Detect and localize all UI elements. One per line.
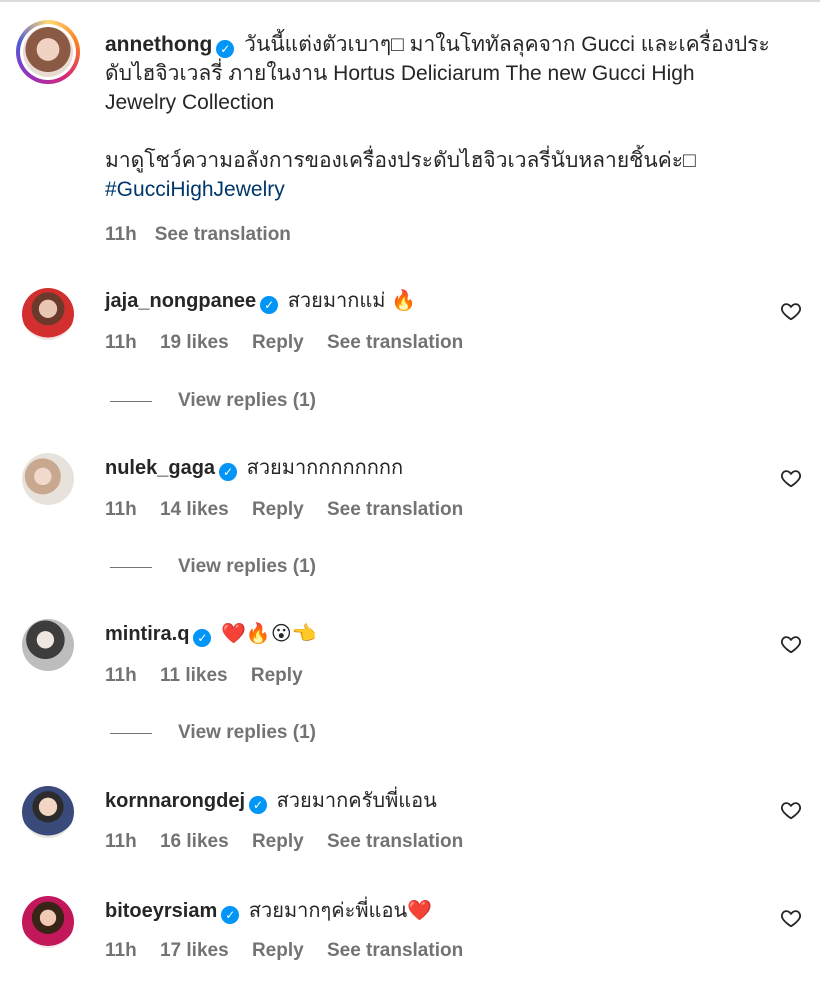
caption-avatar-inner (20, 24, 76, 80)
view-replies-button[interactable]: View replies (1) (110, 390, 316, 412)
comment-time[interactable]: 11h (105, 499, 137, 520)
view-replies-label: View replies (1) (178, 556, 316, 577)
comment-time[interactable]: 11h (105, 940, 137, 961)
caption-avatar-story-ring[interactable] (16, 20, 80, 84)
comment-item: nulek_gaga ✓ สวยมากกกกกกกก 11h 14 likes R… (0, 451, 820, 601)
comment-text: สวยมากกกกกกกก (246, 457, 404, 479)
heart-outline-icon[interactable] (780, 907, 802, 929)
heart-emoji: ❤️ (407, 900, 433, 922)
comment-likes[interactable]: 19 likes (160, 332, 229, 353)
heart-outline-icon[interactable] (780, 799, 802, 821)
comment-text: สวยมากๆค่ะพี่แอน (248, 900, 408, 922)
caption-line-1: วันนี้แต่งตัวเบาๆ□ มาในโททัลลุคจาก Gucci… (244, 33, 770, 56)
caption-line-4: มาดูโชว์ความอลังการของเครื่องประดับไฮจิว… (105, 149, 696, 172)
view-replies-label: View replies (1) (178, 722, 316, 743)
caption-hashtag-link[interactable]: #GucciHighJewelry (105, 178, 285, 201)
comment-username[interactable]: jaja_nongpanee (105, 290, 256, 312)
comment-text-line: nulek_gaga ✓ สวยมากกกกกกกก (105, 455, 403, 481)
heart-outline-icon[interactable] (780, 633, 802, 655)
replies-divider (110, 400, 152, 402)
comment-avatar[interactable] (22, 786, 74, 838)
replies-divider (110, 566, 152, 568)
view-replies-button[interactable]: View replies (1) (110, 722, 316, 744)
comment-avatar[interactable] (22, 896, 74, 948)
comment-text: สวยมากครับพี่แอน (276, 790, 437, 812)
caption-see-translation[interactable]: See translation (155, 224, 291, 246)
verified-badge-icon: ✓ (249, 796, 268, 814)
comment-meta: 11h 16 likes Reply See translation (105, 831, 481, 853)
comment-time[interactable]: 11h (105, 831, 137, 852)
replies-divider (110, 732, 152, 734)
heart-outline-icon[interactable] (780, 300, 802, 322)
comment-text-line: mintira.q ✓ ❤️🔥😮👈 (105, 621, 317, 647)
comment-meta: 11h 19 likes Reply See translation (105, 332, 481, 354)
comment-time[interactable]: 11h (105, 665, 137, 686)
comment-item: jaja_nongpanee ✓ สวยมากแม่ 🔥 11h 19 likes… (0, 284, 820, 434)
comment-reply-button[interactable]: Reply (252, 332, 304, 353)
caption-meta: 11h See translation (105, 224, 309, 246)
comment-item: bitoeyrsiam ✓ สวยมากๆค่ะพี่แอน❤️ 11h 17 l… (0, 894, 820, 989)
comment-avatar[interactable] (22, 288, 74, 340)
heart-outline-icon[interactable] (780, 467, 802, 489)
caption-avatar (23, 27, 73, 77)
fire-emoji: 🔥 (391, 290, 416, 312)
post-caption: annethong ✓ วันนี้แต่งตัวเบาๆ□ มาในโททัลล… (0, 0, 820, 260)
view-replies-label: View replies (1) (178, 390, 316, 411)
caption-text: annethong ✓ วันนี้แต่งตัวเบาๆ□ มาในโททัลล… (105, 30, 795, 204)
comment-see-translation[interactable]: See translation (327, 831, 463, 852)
comment-reply-button[interactable]: Reply (252, 831, 304, 852)
comment-see-translation[interactable]: See translation (327, 940, 463, 961)
comment-username[interactable]: nulek_gaga (105, 457, 215, 479)
comment-see-translation[interactable]: See translation (327, 499, 463, 520)
comment-username[interactable]: bitoeyrsiam (105, 900, 217, 922)
caption-time[interactable]: 11h (105, 224, 137, 246)
verified-badge-icon: ✓ (221, 906, 240, 924)
caption-line-2: ดับไฮจิวเวลรี่ ภายในงาน Hortus Deliciaru… (105, 62, 695, 85)
verified-badge-icon: ✓ (193, 629, 212, 647)
comment-item: mintira.q ✓ ❤️🔥😮👈 11h 11 likes Reply View… (0, 617, 820, 767)
comment-meta: 11h 11 likes Reply (105, 665, 321, 687)
comment-likes[interactable]: 17 likes (160, 940, 229, 961)
comment-text-line: jaja_nongpanee ✓ สวยมากแม่ 🔥 (105, 288, 416, 314)
verified-badge-icon: ✓ (219, 463, 238, 481)
verified-badge-icon: ✓ (260, 296, 279, 314)
emoji-reaction: ❤️🔥😮👈 (221, 623, 317, 645)
comment-reply-button[interactable]: Reply (252, 940, 304, 961)
comment-meta: 11h 17 likes Reply See translation (105, 940, 481, 962)
comment-meta: 11h 14 likes Reply See translation (105, 499, 481, 521)
comment-reply-button[interactable]: Reply (251, 665, 303, 686)
comment-text: สวยมากแม่ (287, 290, 386, 312)
comment-avatar[interactable] (22, 619, 74, 671)
comment-likes[interactable]: 16 likes (160, 831, 229, 852)
comment-avatar[interactable] (22, 453, 74, 505)
verified-badge-icon: ✓ (216, 40, 235, 58)
comment-text-line: kornnarongdej ✓ สวยมากครับพี่แอน (105, 788, 437, 814)
view-replies-button[interactable]: View replies (1) (110, 556, 316, 578)
caption-username[interactable]: annethong (105, 33, 212, 56)
comment-see-translation[interactable]: See translation (327, 332, 463, 353)
comment-username[interactable]: mintira.q (105, 623, 189, 645)
comment-likes[interactable]: 11 likes (160, 665, 228, 686)
comment-username[interactable]: kornnarongdej (105, 790, 245, 812)
comment-time[interactable]: 11h (105, 332, 137, 353)
caption-line-3: Jewelry Collection (105, 91, 275, 114)
comment-likes[interactable]: 14 likes (160, 499, 229, 520)
comment-text-line: bitoeyrsiam ✓ สวยมากๆค่ะพี่แอน❤️ (105, 898, 432, 924)
comment-reply-button[interactable]: Reply (252, 499, 304, 520)
